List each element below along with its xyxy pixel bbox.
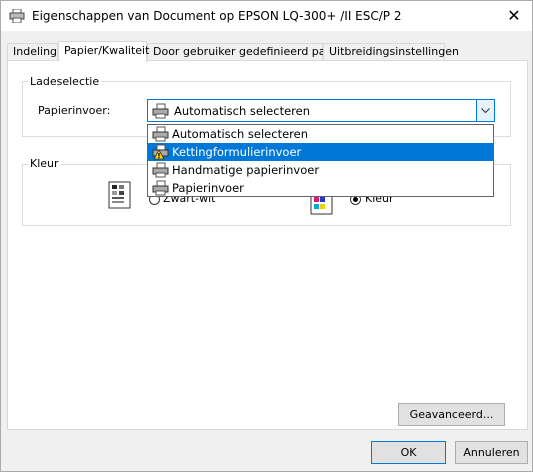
printer-icon [152, 180, 169, 196]
option-manual-feed[interactable]: Handmatige papierinvoer [148, 161, 493, 179]
printer-icon [9, 9, 25, 23]
close-icon: ✕ [507, 6, 521, 25]
dropdown-toggle[interactable] [476, 100, 494, 121]
option-paper-feed[interactable]: Papierinvoer [148, 179, 493, 197]
paper-source-dropdown: Automatisch selecteren Kettingformulieri… [147, 124, 494, 197]
window-title: Eigenschappen van Document op EPSON LQ-3… [32, 9, 402, 23]
printer-icon [152, 126, 169, 142]
option-continuous-feed[interactable]: Kettingformulierinvoer [148, 143, 493, 161]
advanced-button[interactable]: Geavanceerd... [398, 403, 505, 426]
printer-icon [152, 162, 169, 178]
printer-icon [152, 103, 169, 119]
color-group-label: Kleur [28, 157, 61, 170]
close-button[interactable]: ✕ [496, 1, 532, 31]
properties-dialog: Eigenschappen van Document op EPSON LQ-3… [0, 0, 533, 472]
cancel-button[interactable]: Annuleren [455, 441, 528, 464]
tray-group-label: Ladeselectie [28, 75, 102, 88]
ok-button[interactable]: OK [371, 441, 446, 464]
chevron-down-icon [481, 108, 490, 114]
tab-papier-kwaliteit[interactable]: Papier/Kwaliteit [58, 41, 149, 62]
paper-source-value: Automatisch selecteren [174, 104, 310, 118]
option-auto-select[interactable]: Automatisch selecteren [148, 125, 493, 143]
tab-indeling[interactable]: Indeling [7, 43, 58, 60]
paper-source-select[interactable]: Automatisch selecteren [147, 99, 495, 122]
paper-source-label: Papierinvoer: [38, 104, 111, 117]
tab-custom-paper[interactable]: Door gebruiker gedefinieerd papier [147, 43, 347, 60]
monochrome-page-icon [108, 181, 131, 209]
tab-extensions[interactable]: Uitbreidingsinstellingen [323, 43, 459, 60]
printer-warning-icon [152, 144, 169, 160]
title-bar[interactable]: Eigenschappen van Document op EPSON LQ-3… [1, 1, 532, 31]
